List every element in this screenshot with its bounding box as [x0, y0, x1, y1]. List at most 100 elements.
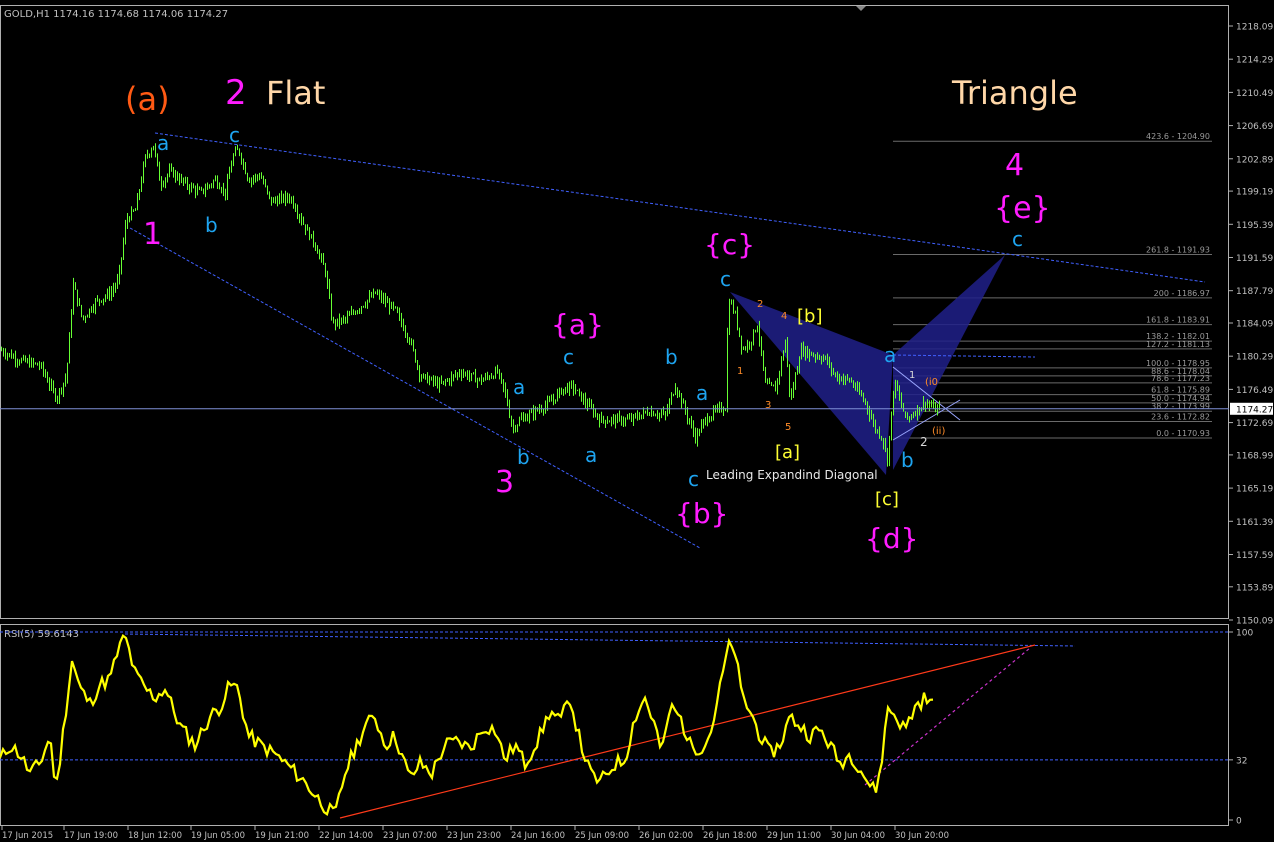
candle-body: [185, 180, 186, 182]
candle-body: [633, 415, 634, 421]
candle-body: [935, 404, 936, 412]
mt4-chart: GOLD,H1 1174.16 1174.68 1174.06 1174.27 …: [0, 0, 1274, 842]
fib-price: 1191.93: [1177, 246, 1210, 255]
candle-body: [313, 234, 314, 244]
candle-body: [271, 196, 272, 203]
candle-body: [281, 195, 282, 198]
candle-body: [857, 386, 858, 389]
wave-label: a: [696, 381, 708, 405]
candle-body: [329, 284, 330, 298]
candle-body: [369, 295, 370, 301]
candle-body: [575, 389, 576, 391]
fib-ratio-label: 38.2 - 1173.99: [1151, 402, 1210, 411]
candle-body: [585, 397, 586, 404]
candle-body: [141, 180, 142, 191]
wave-label: {c}: [704, 228, 755, 261]
candle-body: [521, 418, 522, 420]
candle-body: [425, 374, 426, 376]
time-tick-label: 23 Jun 07:00: [383, 831, 437, 841]
candle-body: [421, 376, 422, 378]
candle-body: [731, 302, 732, 304]
candle-body: [651, 411, 652, 416]
candle-body: [719, 405, 720, 407]
candle-body: [849, 378, 850, 381]
candle-body: [131, 210, 132, 220]
wave-label: 2: [757, 299, 763, 310]
candle-body: [233, 155, 234, 165]
candle-body: [257, 175, 258, 177]
candle-body: [63, 383, 64, 391]
candle-body: [679, 393, 680, 395]
candle-body: [619, 416, 620, 418]
candle-body: [655, 415, 656, 417]
candle-body: [349, 314, 350, 316]
candle-body: [299, 215, 300, 218]
candle-body: [443, 380, 444, 383]
candle-body: [761, 340, 762, 351]
candle-body: [759, 326, 760, 341]
candle-body: [391, 303, 392, 309]
candle-body: [711, 416, 712, 421]
candle-body: [733, 302, 734, 312]
candle-body: [191, 185, 192, 190]
candle-body: [9, 353, 10, 355]
candle-body: [319, 253, 320, 256]
candle-body: [465, 373, 466, 375]
fib-separator: -: [1169, 246, 1177, 255]
candle-body: [519, 419, 520, 426]
candle-body: [129, 218, 130, 220]
candle-body: [59, 389, 60, 399]
fib-separator: -: [1169, 289, 1177, 298]
candle-body: [253, 178, 254, 180]
candle-body: [105, 296, 106, 299]
candle-body: [797, 368, 798, 375]
fib-ratio-label: 23.6 - 1172.82: [1151, 412, 1210, 421]
candle-body: [599, 417, 600, 423]
candle-body: [939, 405, 940, 408]
title-label: {e}: [994, 191, 1051, 226]
candle-body: [93, 308, 94, 311]
candle-body: [81, 305, 82, 316]
candle-body: [415, 349, 416, 362]
candle-body: [611, 418, 612, 422]
candle-body: [387, 302, 388, 304]
candle-body: [861, 392, 862, 396]
candle-body: [491, 376, 492, 379]
candle-body: [177, 173, 178, 179]
candle-body: [67, 363, 68, 379]
candle-body: [549, 400, 550, 402]
candle-body: [41, 364, 42, 367]
wave-label: c: [563, 345, 574, 369]
rsi-tick-label: 100: [1236, 629, 1253, 639]
candle-body: [809, 352, 810, 357]
candle-body: [441, 381, 442, 383]
candle-body: [891, 411, 892, 437]
candle-body: [631, 417, 632, 421]
candle-body: [285, 195, 286, 201]
candle-body: [795, 374, 796, 388]
candle-body: [333, 318, 334, 322]
fib-price: 1173.99: [1177, 402, 1210, 411]
candle-body: [263, 178, 264, 184]
candle-body: [609, 421, 610, 423]
candle-body: [751, 342, 752, 346]
candle-body: [571, 383, 572, 385]
candle-body: [51, 384, 52, 386]
candle-body: [839, 377, 840, 380]
candle-body: [901, 397, 902, 406]
candle-body: [499, 372, 500, 374]
candle-body: [357, 310, 358, 314]
candle-body: [343, 318, 344, 320]
candle-body: [703, 420, 704, 425]
candle-body: [419, 366, 420, 377]
price-tick-label: 1214.29: [1236, 56, 1273, 66]
fib-ratio: 78.6: [1151, 374, 1169, 383]
candle-body: [701, 424, 702, 433]
candle-body: [383, 298, 384, 300]
candle-body: [689, 418, 690, 422]
fib-ratio-label: 423.6 - 1204.90: [1146, 132, 1210, 141]
price-tick-label: 1165.19: [1236, 485, 1273, 495]
candle-body: [615, 417, 616, 423]
wave-label: c: [720, 267, 731, 291]
candle-body: [647, 411, 648, 415]
